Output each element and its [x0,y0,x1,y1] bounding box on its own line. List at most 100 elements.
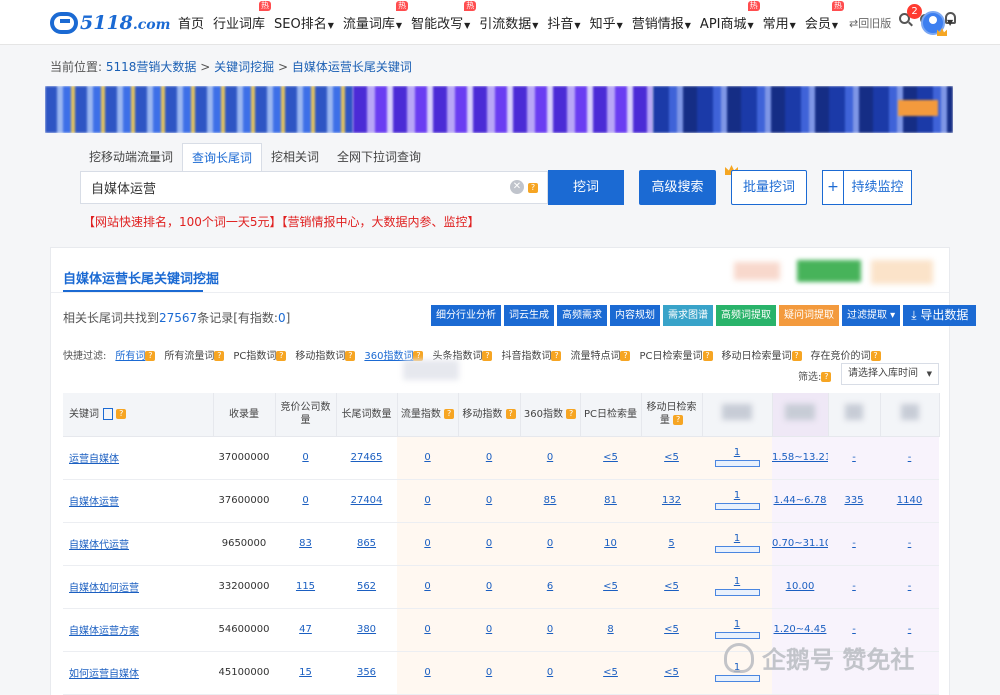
nav-item[interactable]: 流量词库▼ 热 [343,1,409,32]
traffic-cell: 0 [397,565,458,609]
nav-item[interactable]: 智能改写▼ 热 [411,1,477,32]
indexed-cell: 54600000 [213,608,275,652]
banner-image-2[interactable] [353,86,653,133]
quick-filter-item[interactable]: 抖音指数词? [501,347,562,362]
advanced-search-button[interactable]: 高级搜索 [639,170,716,205]
blurred-ad-3[interactable] [871,260,933,284]
action-button[interactable]: 内容规划 [610,305,660,326]
banner-image-1[interactable] [45,86,353,133]
action-button[interactable]: 需求图谱 [663,305,713,326]
col-mobile-index[interactable]: 移动指数 ? [458,393,521,437]
quick-filter-item[interactable]: PC指数词? [233,347,287,362]
search-tab[interactable]: 查询长尾词 [182,143,263,172]
index-360-cell: 0 [520,522,580,566]
search-tab[interactable]: 挖移动端流量词 [80,143,182,172]
continuous-monitor-button[interactable]: 持续监控 [844,170,912,205]
promo-links[interactable]: 【网站快速排名，100个词一天5元】【营销情报中心，大数据内参、监控】 [83,213,480,230]
nav-item[interactable]: 会员▼ 热 [805,1,844,32]
price-cell: 1.58~13.21 [772,436,828,480]
export-button[interactable]: ⤓ 导出数据 [903,305,977,326]
chevron-down-icon: ▼ [532,21,539,30]
help-icon: ? [145,351,156,361]
col-pc-daily[interactable]: PC日检索量 [580,393,642,437]
breadcrumb-item-current[interactable]: 自媒体运营长尾关键词 [292,60,412,74]
old-version-link[interactable]: ⇄回旧版 [849,15,891,31]
quick-filter-item[interactable]: 所有流量词? [164,347,225,362]
storage-time-select[interactable]: 请选择入库时间 ▼ [841,363,939,385]
record-summary: 相关长尾词共找到27567条记录[有指数:0] [63,311,291,325]
nav-item[interactable]: SEO排名▼ [274,13,334,32]
indexed-cell: 37600000 [213,479,275,523]
search-input[interactable] [91,172,491,203]
action-button[interactable]: 高频词提取 [716,305,776,326]
table-row: 自媒体代运营 9650000 83 865 0 0 0 10 5 1 0.70~31.10- - [63,522,939,566]
col-blurred-4[interactable] [880,393,940,437]
penguin-logo-icon [724,642,754,673]
bid-cell: 47 [275,608,336,652]
chevron-down-icon[interactable]: ▼ [947,18,953,27]
extra-cell-2: - [880,565,939,609]
search-tab[interactable]: 挖相关词 [262,143,328,172]
quick-filter-item[interactable]: 移动指数词? [295,347,356,362]
mobile-daily-cell: 5 [641,522,702,566]
extra-cell-2: 1140 [880,479,939,523]
col-indexed[interactable]: 收录量 [213,393,276,437]
nav-item[interactable]: 营销情报▼ [632,13,691,32]
nav-item[interactable]: 常用▼ [763,13,796,32]
search-tab[interactable]: 全网下拉词查询 [328,143,430,172]
col-traffic-index[interactable]: 流量指数 ? [397,393,459,437]
action-button[interactable]: 细分行业分析 [431,305,501,326]
action-button[interactable]: 疑问词提取 [779,305,839,326]
quick-filter-item[interactable]: 移动日检索量词? [722,347,802,362]
nav-item[interactable]: 行业词库热 [213,1,272,32]
index-360-cell: 6 [520,565,580,609]
blurred-filter [403,360,459,380]
breadcrumb-item-home[interactable]: 5118营销大数据 [106,60,197,74]
nav-item[interactable]: 引流数据▼ [479,13,538,32]
action-button[interactable]: 词云生成 [504,305,554,326]
quick-filter-item[interactable]: 流量特点词? [570,347,631,362]
breadcrumb-item-keyword-mining[interactable]: 关键词挖掘 [214,60,274,74]
indexed-cell: 37000000 [213,436,275,480]
col-blurred-3[interactable] [828,393,881,437]
nav-item[interactable]: API商城▼ 热 [700,1,760,32]
col-bid-companies[interactable]: 竞价公司数量 [275,393,337,437]
extra-cell-2: - [880,436,939,480]
search-tabs: 挖移动端流量词 查询长尾词 挖相关词 全网下拉词查询 [80,143,430,172]
banner-image-3[interactable] [653,86,953,133]
help-icon[interactable]: ? [528,183,538,193]
site-logo[interactable]: 5118.com [50,10,170,36]
quick-filter-item[interactable]: PC日检索量词? [639,347,713,362]
ad-banner[interactable] [45,86,953,133]
blurred-ad-1[interactable] [734,262,780,280]
col-keyword[interactable]: 关键词 ? [63,393,214,437]
nav-item[interactable]: 首页 [178,13,204,32]
extra-cell-2: - [880,522,939,566]
dig-button[interactable]: 挖词 [548,170,624,205]
col-mobile-daily[interactable]: 移动日检索量 ? [641,393,703,437]
col-360-index[interactable]: 360指数 ? [520,393,581,437]
nav-item[interactable]: 抖音▼ [547,13,580,32]
hot-badge: 热 [832,1,844,11]
action-button[interactable]: 高频需求 [557,305,607,326]
price-cell: 10.00 [772,565,828,609]
col-blurred-2[interactable] [772,393,829,437]
add-monitor-button[interactable]: + [822,170,844,205]
watermark: 企鹅号 赞免社 [724,640,914,675]
blurred-ad-2[interactable] [797,260,861,282]
keyword-cell: 自媒体如何运营 [63,565,213,609]
mobile-daily-cell: <5 [641,565,702,609]
col-longtail-count[interactable]: 长尾词数量 [336,393,398,437]
rank-bar [714,460,760,467]
chevron-down-icon: ▼ [789,21,796,30]
keyword-cell: 运营自媒体 [63,436,213,480]
action-button[interactable]: 过滤提取 ▾ [842,305,901,326]
batch-dig-button[interactable]: 批量挖词 [731,170,807,205]
quick-filter-item[interactable]: 存在竞价的词? [811,347,881,362]
nav-item[interactable]: 知乎▼ [590,13,623,32]
clear-icon[interactable]: ✕ [510,180,524,194]
quick-filter-item[interactable]: 所有词? [115,347,156,362]
keyword-cell: 自媒体运营方案 [63,608,213,652]
mobile-index-cell: 0 [458,436,520,480]
col-blurred-1[interactable] [702,393,773,437]
